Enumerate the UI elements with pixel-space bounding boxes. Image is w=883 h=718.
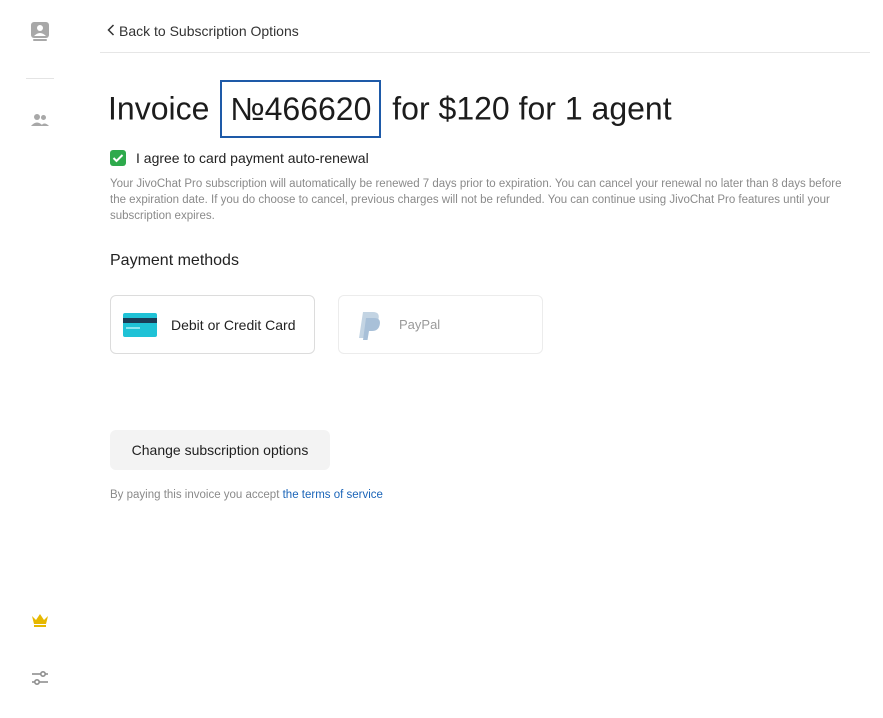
profile-icon[interactable]	[30, 22, 50, 42]
header-divider	[100, 52, 870, 53]
crown-icon[interactable]	[30, 610, 50, 630]
settings-sliders-icon[interactable]	[30, 668, 50, 688]
invoice-title: Invoice №466620 for $120 for 1 agent	[108, 80, 672, 140]
card-method-label: Debit or Credit Card	[171, 316, 296, 333]
auto-renewal-label: I agree to card payment auto-renewal	[136, 150, 369, 166]
change-subscription-button[interactable]: Change subscription options	[110, 430, 330, 470]
paypal-method-label: PayPal	[399, 317, 441, 332]
payment-method-paypal[interactable]: PayPal	[338, 295, 543, 354]
back-link[interactable]: Back to Subscription Options	[107, 23, 299, 39]
auto-renewal-checkbox[interactable]: I agree to card payment auto-renewal	[110, 150, 369, 166]
payment-methods-heading: Payment methods	[110, 252, 239, 269]
terms-notice: By paying this invoice you accept the te…	[110, 489, 383, 501]
invoice-number: №466620	[220, 80, 382, 138]
credit-card-icon	[123, 312, 157, 337]
sidebar-divider	[26, 78, 54, 79]
auto-renewal-note: Your JivoChat Pro subscription will auto…	[110, 178, 842, 222]
invoice-suffix: for $120 for 1 agent	[383, 90, 672, 127]
sidebar	[0, 0, 80, 718]
terms-of-service-link[interactable]: the terms of service	[283, 489, 383, 501]
payment-method-card[interactable]: Debit or Credit Card	[110, 295, 315, 354]
invoice-prefix: Invoice	[108, 90, 219, 127]
chevron-left-icon	[107, 23, 115, 39]
team-icon[interactable]	[30, 111, 50, 131]
back-link-label: Back to Subscription Options	[119, 23, 299, 39]
checkbox-checked-icon[interactable]	[110, 150, 126, 166]
terms-text: By paying this invoice you accept	[110, 489, 283, 501]
paypal-icon	[351, 308, 385, 342]
